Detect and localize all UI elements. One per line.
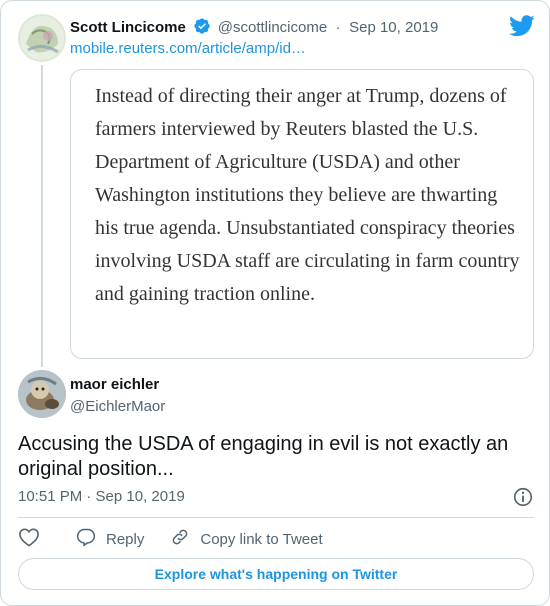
- explore-twitter-button[interactable]: Explore what's happening on Twitter: [18, 558, 534, 590]
- parent-tweet-date[interactable]: Sep 10, 2019: [349, 19, 438, 36]
- parent-author-name[interactable]: Scott Lincicome: [70, 19, 186, 36]
- separator-dot: ·: [335, 19, 341, 36]
- copy-link-button[interactable]: Copy link to Tweet: [170, 527, 323, 551]
- article-link[interactable]: mobile.reuters.com/article/amp/id…: [70, 39, 306, 59]
- reply-label: Reply: [106, 530, 145, 548]
- copy-link-label: Copy link to Tweet: [200, 530, 323, 548]
- verified-badge-icon: [193, 17, 211, 41]
- main-author-handle[interactable]: @EichlerMaor: [70, 397, 165, 417]
- heart-icon: [18, 527, 50, 551]
- reply-button[interactable]: Reply: [76, 527, 144, 551]
- like-button[interactable]: [18, 527, 50, 551]
- avatar-maor-eichler[interactable]: [18, 370, 66, 418]
- info-icon[interactable]: [512, 486, 534, 508]
- tweet-embed-card: Scott Lincicome @scottlincicome · Sep 10…: [0, 0, 550, 606]
- article-preview-card[interactable]: Instead of directing their anger at Trum…: [70, 69, 534, 359]
- article-excerpt: Instead of directing their anger at Trum…: [95, 85, 520, 305]
- actions-divider: [18, 517, 534, 518]
- parent-tweet-header: Scott Lincicome @scottlincicome · Sep 10…: [70, 17, 438, 41]
- tweet-actions: Reply Copy link to Tweet: [18, 525, 349, 553]
- tweet-timestamp[interactable]: 10:51 PM · Sep 10, 2019: [18, 487, 185, 507]
- parent-author-handle[interactable]: @scottlincicome: [218, 19, 327, 36]
- tweet-text: Accusing the USDA of engaging in evil is…: [18, 433, 509, 480]
- thread-connector-line: [41, 65, 43, 367]
- avatar-scott-lincicome[interactable]: [18, 14, 66, 62]
- reply-bubble-icon: [76, 527, 106, 551]
- link-icon: [170, 527, 200, 551]
- twitter-bird-icon[interactable]: [509, 15, 535, 37]
- main-author-name[interactable]: maor eichler: [70, 375, 159, 395]
